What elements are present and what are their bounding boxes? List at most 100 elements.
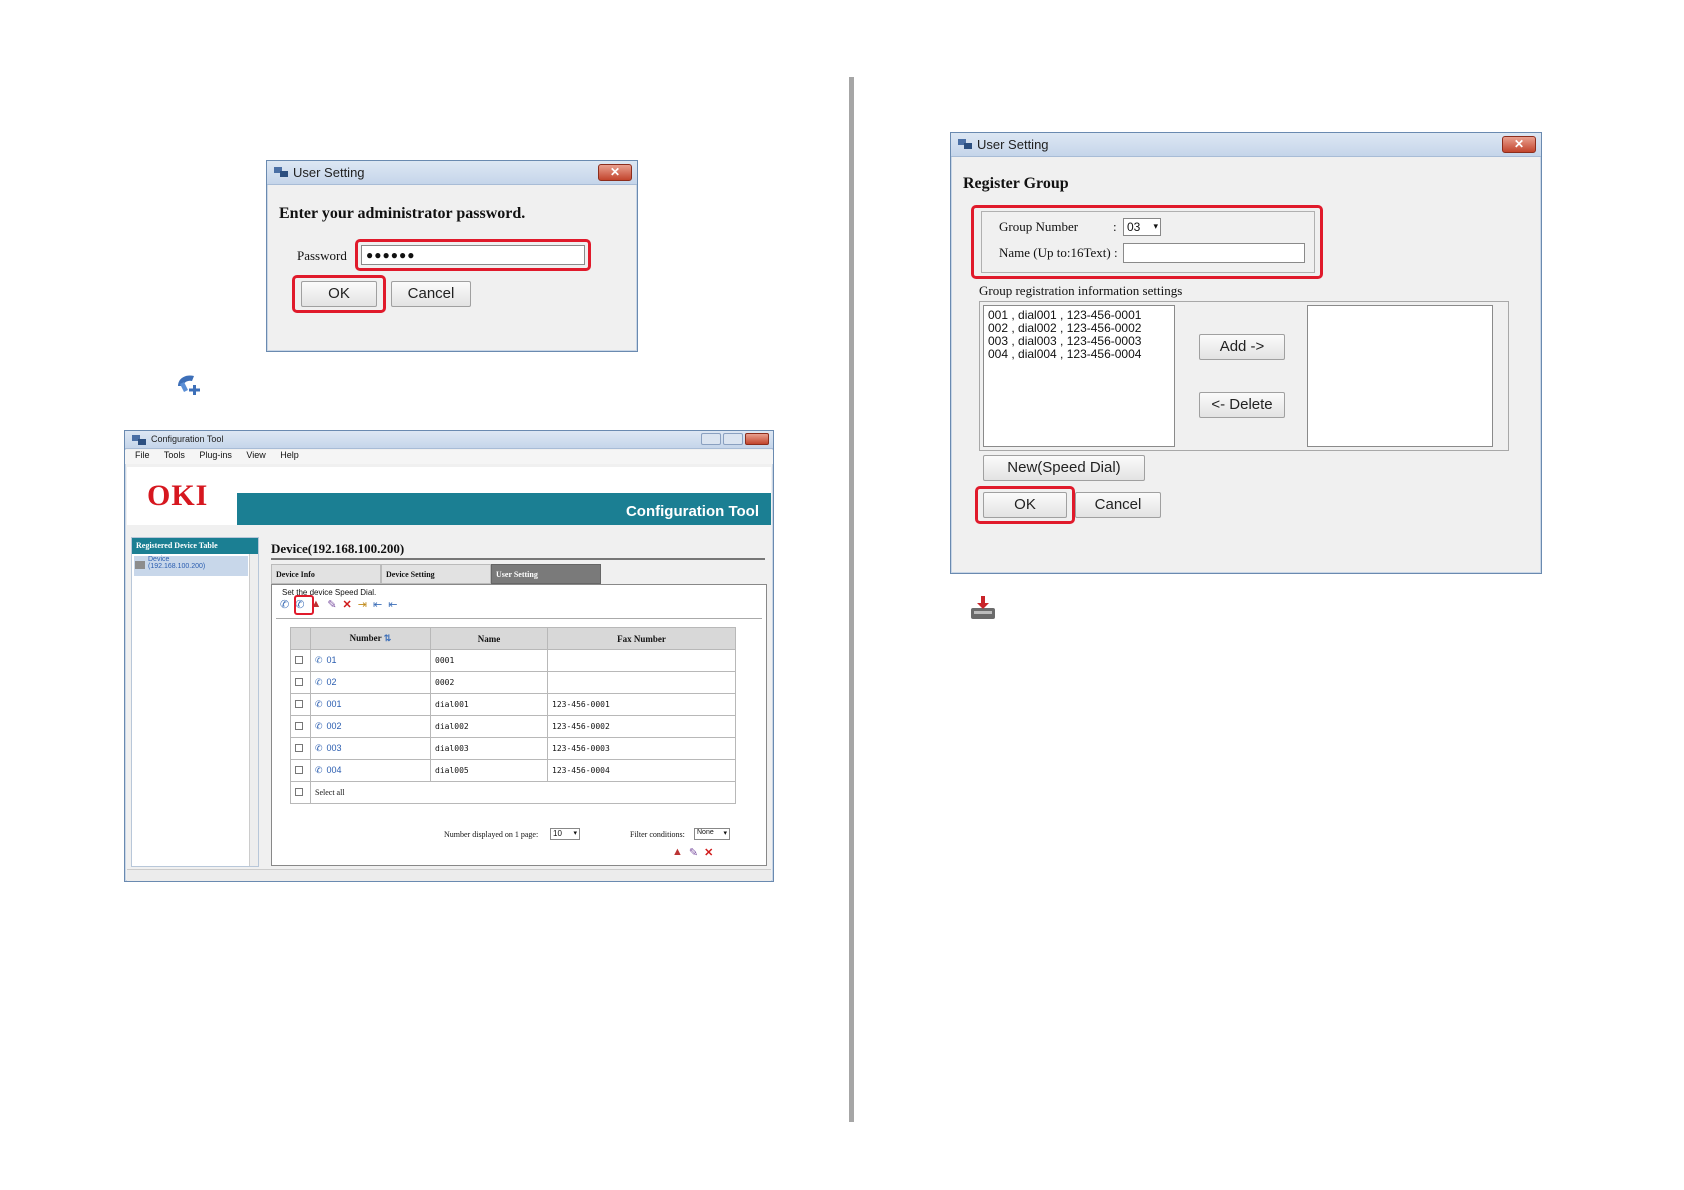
app-icon — [958, 139, 972, 149]
close-button[interactable]: ✕ — [1502, 136, 1536, 153]
config-titlebar: Configuration Tool — [125, 431, 773, 449]
select-all-row[interactable]: Select all — [290, 781, 736, 804]
maximize-button[interactable] — [723, 433, 743, 445]
config-tool-window: Configuration Tool File Tools Plug-ins V… — [124, 430, 774, 882]
table-row[interactable]: ✆ 02 0002 — [290, 671, 736, 694]
menu-view[interactable]: View — [246, 450, 265, 460]
table-row[interactable]: ✆ 001 dial001 123-456-0001 — [290, 693, 736, 716]
oki-logo: OKI — [147, 479, 209, 512]
selected-group-list[interactable] — [1307, 305, 1493, 447]
checkbox-header — [290, 627, 311, 650]
table-row[interactable]: ✆ 003 dial003 123-456-0003 — [290, 737, 736, 760]
app-icon — [132, 435, 146, 445]
name-cell: dial005 — [430, 759, 548, 782]
per-page-select[interactable]: 10 ▾ — [550, 828, 580, 840]
list-item[interactable]: 004 , dial004 , 123-456-0004 — [988, 348, 1170, 361]
device-heading: Device(192.168.100.200) — [271, 541, 405, 556]
settings-label: Group registration information settings — [979, 283, 1183, 298]
sidebar-item-device[interactable]: Device (192.168.100.200) — [134, 556, 248, 576]
export-icon[interactable]: ⇤ — [373, 598, 382, 611]
register-icon[interactable]: ▲ — [672, 846, 683, 859]
edit-icon[interactable]: ✎ — [327, 598, 336, 611]
register-group-dialog: User Setting ✕ Register Group Group Numb… — [950, 132, 1542, 574]
printer-icon — [135, 561, 145, 569]
number-cell: ✆ 01 — [310, 649, 431, 672]
name-cell: dial001 — [430, 693, 548, 716]
menu-help[interactable]: Help — [280, 450, 299, 460]
back-icon[interactable]: ⇤ — [388, 598, 397, 611]
number-header[interactable]: Number ⇅ — [310, 627, 431, 650]
device-label: Device — [148, 556, 170, 563]
sidebar: Registered Device Table Device (192.168.… — [131, 537, 259, 867]
speed-dial-table: Number ⇅ Name Fax Number ✆ 01 0001 ✆ 02 00… — [290, 627, 736, 804]
delete-button[interactable]: <- Delete — [1199, 392, 1285, 418]
menu-plugins[interactable]: Plug-ins — [199, 450, 232, 460]
fax-cell: 123-456-0004 — [547, 759, 736, 782]
fax-cell: 123-456-0001 — [547, 693, 736, 716]
dialog-title: User Setting — [977, 137, 1049, 152]
row-checkbox[interactable] — [290, 737, 311, 760]
close-button[interactable] — [745, 433, 769, 445]
table-row[interactable]: ✆ 002 dial002 123-456-0002 — [290, 715, 736, 738]
row-checkbox[interactable] — [290, 715, 311, 738]
device-ip: (192.168.100.200) — [148, 563, 206, 570]
filter-label: Filter conditions: — [630, 830, 685, 839]
register-group-heading: Register Group — [963, 175, 1069, 192]
name-cell: dial003 — [430, 737, 548, 760]
register-dialog-titlebar: User Setting ✕ — [951, 133, 1541, 157]
tabs: Device Info Device Setting User Setting — [271, 564, 601, 584]
available-dial-list[interactable]: 001 , dial001 , 123-456-0001 002 , dial0… — [983, 305, 1175, 447]
toolbar-rule — [276, 618, 762, 619]
minimize-button[interactable] — [701, 433, 721, 445]
password-label: Password — [297, 248, 347, 263]
password-prompt: Enter your administrator password. — [279, 205, 526, 222]
name-cell: 0002 — [430, 671, 548, 694]
add-dial-icon[interactable]: ✆ — [280, 598, 289, 611]
status-bar — [127, 869, 771, 881]
close-button[interactable]: ✕ — [598, 164, 632, 181]
menu-tools[interactable]: Tools — [164, 450, 185, 460]
add-group-highlight — [294, 595, 314, 615]
sidebar-scrollbar[interactable] — [249, 554, 258, 866]
row-checkbox[interactable] — [290, 693, 311, 716]
group-icon: ✆ — [315, 677, 323, 687]
new-speed-dial-button[interactable]: New(Speed Dial) — [983, 455, 1145, 481]
password-dialog: User Setting ✕ Enter your administrator … — [266, 160, 638, 352]
password-highlight — [355, 239, 591, 271]
group-info-highlight — [971, 205, 1323, 279]
password-dialog-titlebar: User Setting ✕ — [267, 161, 637, 185]
per-page-label: Number displayed on 1 page: — [444, 830, 539, 839]
name-cell: dial002 — [430, 715, 548, 738]
menu-file[interactable]: File — [135, 450, 150, 460]
cancel-button[interactable]: Cancel — [391, 281, 471, 307]
table-row[interactable]: ✆ 004 dial005 123-456-0004 — [290, 759, 736, 782]
number-cell: ✆ 001 — [310, 693, 431, 716]
tab-device-setting[interactable]: Device Setting — [381, 564, 491, 584]
delete-icon[interactable]: ✕ — [704, 846, 713, 859]
number-cell: ✆ 002 — [310, 715, 431, 738]
row-checkbox[interactable] — [290, 671, 311, 694]
page-divider — [849, 77, 854, 1122]
tab-user-setting[interactable]: User Setting — [491, 564, 601, 584]
table-row[interactable]: ✆ 01 0001 — [290, 649, 736, 672]
dial-icon: ✆ — [315, 765, 323, 775]
number-cell: ✆ 004 — [310, 759, 431, 782]
group-icon: ✆ — [315, 655, 323, 665]
add-button[interactable]: Add -> — [1199, 334, 1285, 360]
tab-device-info[interactable]: Device Info — [271, 564, 381, 584]
sidebar-header: Registered Device Table — [132, 538, 258, 554]
row-checkbox[interactable] — [290, 649, 311, 672]
row-checkbox[interactable] — [290, 759, 311, 782]
fax-cell — [547, 671, 736, 694]
per-page-value: 10 — [553, 829, 562, 838]
edit-icon[interactable]: ✎ — [689, 846, 698, 859]
fax-cell: 123-456-0003 — [547, 737, 736, 760]
number-cell: ✆ 003 — [310, 737, 431, 760]
delete-icon[interactable]: ✕ — [343, 598, 352, 611]
phone-plus-icon — [178, 375, 200, 395]
select-all-checkbox[interactable] — [290, 781, 311, 804]
import-icon[interactable]: ⇥ — [358, 598, 367, 611]
fax-header: Fax Number — [547, 627, 736, 650]
cancel-button[interactable]: Cancel — [1075, 492, 1161, 518]
filter-select[interactable]: None ▾ — [694, 828, 730, 840]
